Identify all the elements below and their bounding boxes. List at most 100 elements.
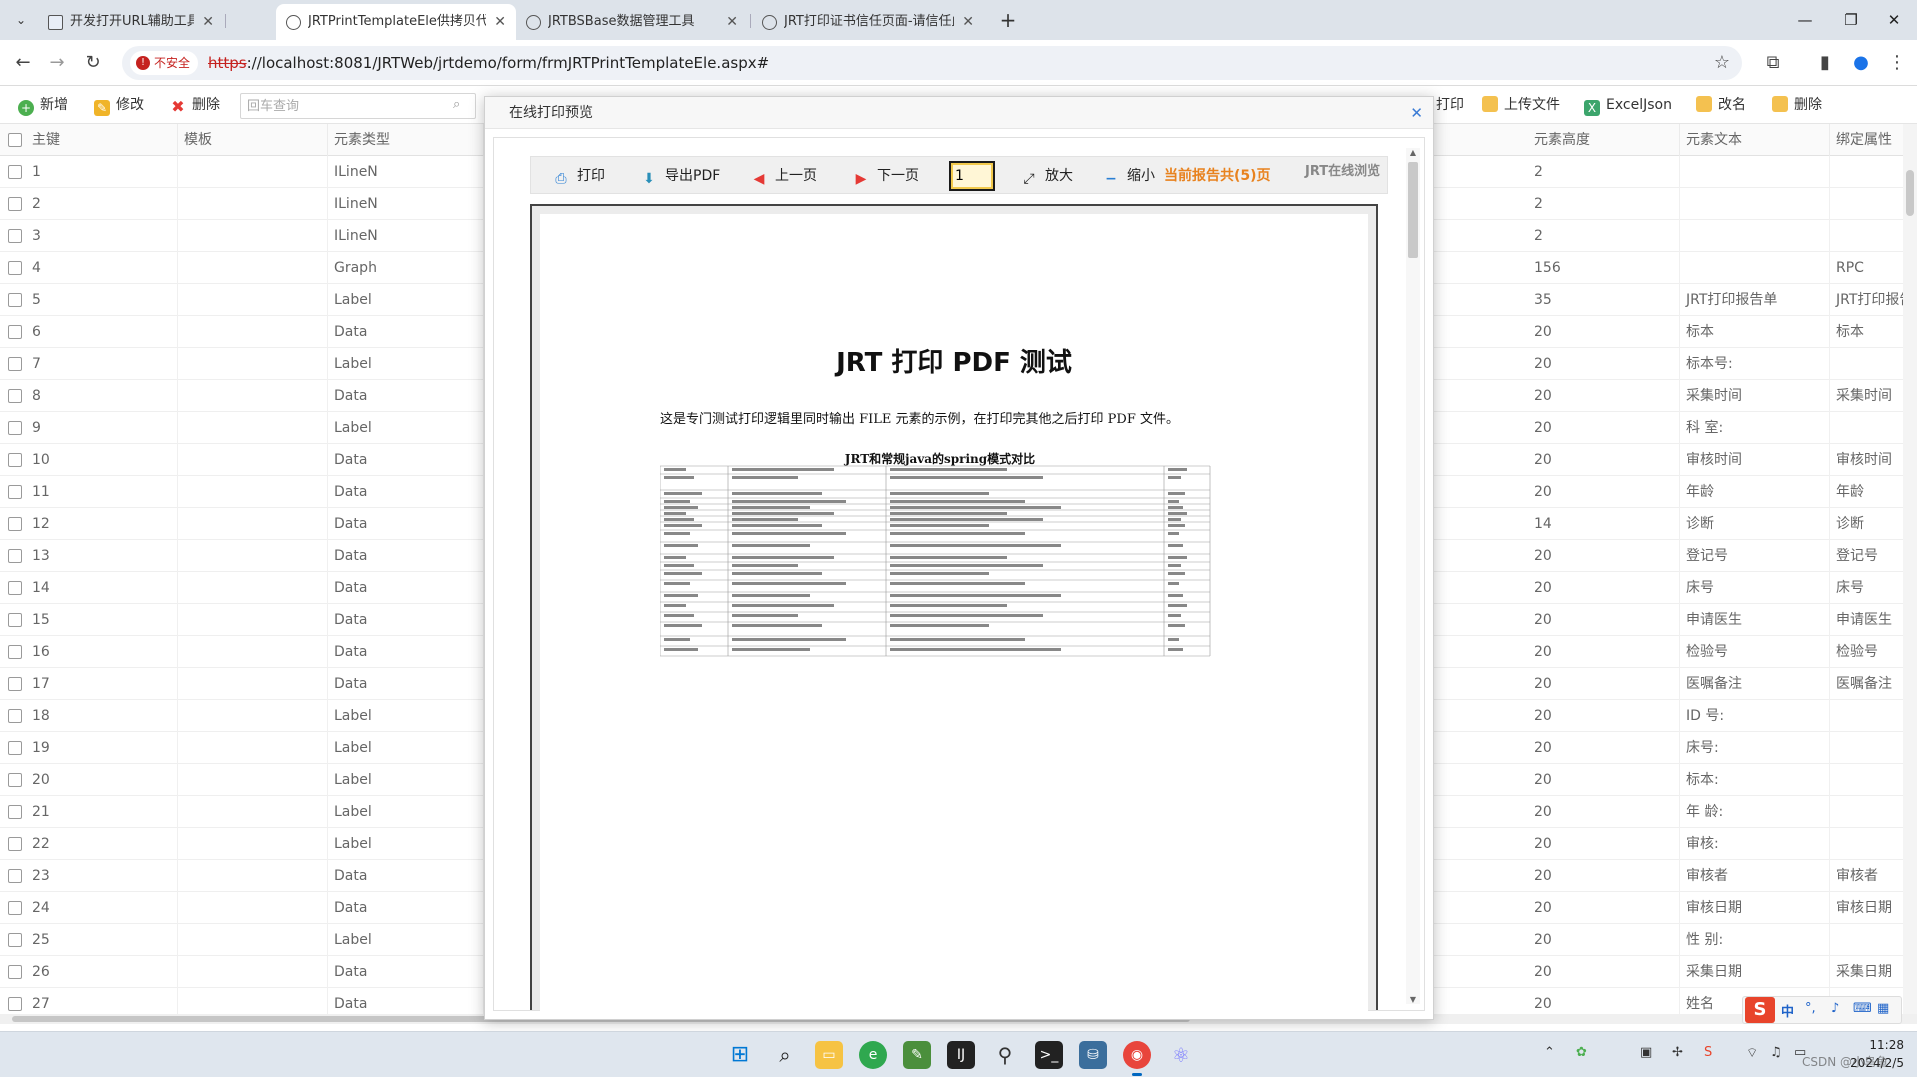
tray-display-icon[interactable]: ▣	[1640, 1045, 1652, 1060]
header-pk[interactable]: 主键	[26, 124, 178, 156]
row-checkbox[interactable]	[8, 805, 22, 819]
speaker-icon[interactable]: ♫	[1770, 1045, 1782, 1060]
file-explorer-icon[interactable]: ▭	[815, 1041, 843, 1069]
keyboard-icon[interactable]: ⌨	[1853, 1001, 1872, 1016]
row-checkbox[interactable]	[8, 453, 22, 467]
browser-menu-kebab-icon[interactable]: ⋮	[1882, 48, 1912, 78]
row-checkbox[interactable]	[8, 229, 22, 243]
delete-file-button[interactable]: 删除	[1772, 94, 1822, 116]
edit-button[interactable]: ✎ 修改	[94, 94, 144, 116]
row-checkbox[interactable]	[8, 709, 22, 723]
security-indicator[interactable]: ! 不安全	[130, 51, 199, 75]
rename-button[interactable]: 改名	[1696, 94, 1746, 116]
search-input[interactable]	[241, 94, 441, 118]
upload-file-button[interactable]: 上传文件	[1482, 94, 1560, 116]
bookmark-star-icon[interactable]: ☆	[1714, 46, 1730, 80]
omnibox[interactable]: ! 不安全 https://localhost:8081/JRTWeb/jrtd…	[122, 46, 1742, 80]
row-checkbox[interactable]	[8, 549, 22, 563]
zoom-out-button[interactable]: − 缩小	[1103, 166, 1155, 187]
ime-punct-icon[interactable]: °,	[1805, 1001, 1816, 1016]
dialog-close-icon[interactable]: ✕	[1410, 97, 1423, 129]
excel-json-button[interactable]: X ExcelJson	[1584, 94, 1672, 116]
edge-browser-icon[interactable]: e	[859, 1041, 887, 1069]
row-checkbox[interactable]	[8, 901, 22, 915]
row-checkbox[interactable]	[8, 293, 22, 307]
windows-start-icon[interactable]: ⊞	[726, 1041, 754, 1069]
wifi-icon[interactable]: ⌔	[1746, 1045, 1758, 1061]
print-button[interactable]: 打印	[1436, 94, 1464, 116]
window-close-icon[interactable]: ✕	[1871, 0, 1917, 40]
notepad-icon[interactable]: ✎	[903, 1041, 931, 1069]
back-arrow-icon[interactable]: ←	[8, 48, 38, 78]
header-template[interactable]: 模板	[178, 124, 328, 156]
new-tab-plus-icon[interactable]: +	[995, 6, 1021, 34]
page-number-input[interactable]	[949, 161, 995, 191]
tab-3[interactable]: JRTBSBase数据管理工具 ✕	[516, 4, 748, 40]
ime-toolbar[interactable]: S 中 °, ♪ ⌨ ▦	[1742, 996, 1902, 1024]
tab-4[interactable]: JRT打印证书信任页面-请信任此证书 ✕	[752, 4, 984, 40]
jetbrains-ide-icon[interactable]: IJ	[947, 1041, 975, 1069]
zoom-in-button[interactable]: ⤢ 放大	[1021, 166, 1073, 187]
row-checkbox[interactable]	[8, 261, 22, 275]
url-text[interactable]: https://localhost:8081/JRTWeb/jrtdemo/fo…	[208, 46, 769, 80]
header-element-type[interactable]: 元素类型	[328, 124, 484, 156]
row-checkbox[interactable]	[8, 965, 22, 979]
tab-search-chevron-icon[interactable]: ⌄	[8, 8, 34, 32]
delete-button[interactable]: ✖ 删除	[170, 94, 220, 116]
row-checkbox[interactable]	[8, 325, 22, 339]
preview-scrollbar[interactable]: ▲ ▼	[1406, 148, 1420, 1004]
row-checkbox[interactable]	[8, 773, 22, 787]
add-button[interactable]: + 新增	[18, 94, 68, 116]
export-pdf-button[interactable]: ⬇ 导出PDF	[641, 166, 720, 187]
search-icon[interactable]: ⌕	[453, 97, 469, 113]
tab-1[interactable]: 开发打开URL辅助工具 ✕	[38, 4, 224, 40]
close-icon[interactable]: ✕	[202, 4, 214, 40]
restore-icon[interactable]: ❐	[1828, 0, 1874, 40]
prev-page-button[interactable]: ◀ 上一页	[751, 166, 817, 187]
row-checkbox[interactable]	[8, 485, 22, 499]
app-cluster-icon[interactable]: ⚛	[1167, 1041, 1195, 1069]
scroll-thumb[interactable]	[1906, 170, 1914, 216]
row-checkbox[interactable]	[8, 741, 22, 755]
extensions-puzzle-icon[interactable]: ⧉	[1758, 48, 1788, 78]
compass-tool-icon[interactable]: ⚲	[991, 1041, 1019, 1069]
tray-chevron-up-icon[interactable]: ⌃	[1544, 1045, 1555, 1060]
row-checkbox[interactable]	[8, 197, 22, 211]
chrome-browser-icon[interactable]: ◉	[1123, 1041, 1151, 1076]
ime-skin-icon[interactable]: ▦	[1877, 1001, 1889, 1016]
row-checkbox[interactable]	[8, 357, 22, 371]
tray-network-share-icon[interactable]: ✢	[1672, 1045, 1683, 1060]
row-checkbox[interactable]	[8, 165, 22, 179]
database-elephant-icon[interactable]: ⛁	[1079, 1041, 1107, 1069]
side-panel-icon[interactable]: ▮	[1810, 48, 1840, 78]
close-icon[interactable]: ✕	[494, 4, 506, 40]
viewer-print-button[interactable]: ⎙ 打印	[553, 166, 605, 187]
tab-2-active[interactable]: JRTPrintTemplateEle供拷贝代码 ✕	[276, 4, 516, 40]
header-element-height[interactable]: 元素高度	[1528, 124, 1680, 156]
row-checkbox[interactable]	[8, 613, 22, 627]
scroll-thumb[interactable]	[1408, 162, 1418, 258]
row-checkbox[interactable]	[8, 933, 22, 947]
row-checkbox[interactable]	[8, 421, 22, 435]
tray-app-icon[interactable]: ✿	[1576, 1045, 1587, 1060]
search-icon[interactable]: ⌕	[771, 1041, 799, 1069]
row-checkbox[interactable]	[8, 581, 22, 595]
forward-arrow-icon[interactable]: →	[42, 48, 72, 78]
row-checkbox[interactable]	[8, 645, 22, 659]
reload-icon[interactable]: ↻	[78, 48, 108, 78]
scroll-up-arrow-icon[interactable]: ▲	[1406, 148, 1420, 157]
profile-avatar-icon[interactable]: ●	[1846, 48, 1876, 78]
tray-sogou-icon[interactable]: S	[1704, 1045, 1712, 1060]
close-icon[interactable]: ✕	[726, 4, 738, 40]
minimize-icon[interactable]: —	[1782, 0, 1828, 40]
row-checkbox[interactable]	[8, 997, 22, 1011]
scroll-down-arrow-icon[interactable]: ▼	[1406, 995, 1420, 1004]
terminal-icon[interactable]: >_	[1035, 1041, 1063, 1069]
next-page-button[interactable]: ▶ 下一页	[853, 166, 919, 187]
row-checkbox[interactable]	[8, 517, 22, 531]
select-all-checkbox[interactable]	[8, 133, 22, 147]
microphone-icon[interactable]: ♪	[1831, 1001, 1839, 1016]
row-checkbox[interactable]	[8, 869, 22, 883]
row-checkbox[interactable]	[8, 837, 22, 851]
row-checkbox[interactable]	[8, 677, 22, 691]
